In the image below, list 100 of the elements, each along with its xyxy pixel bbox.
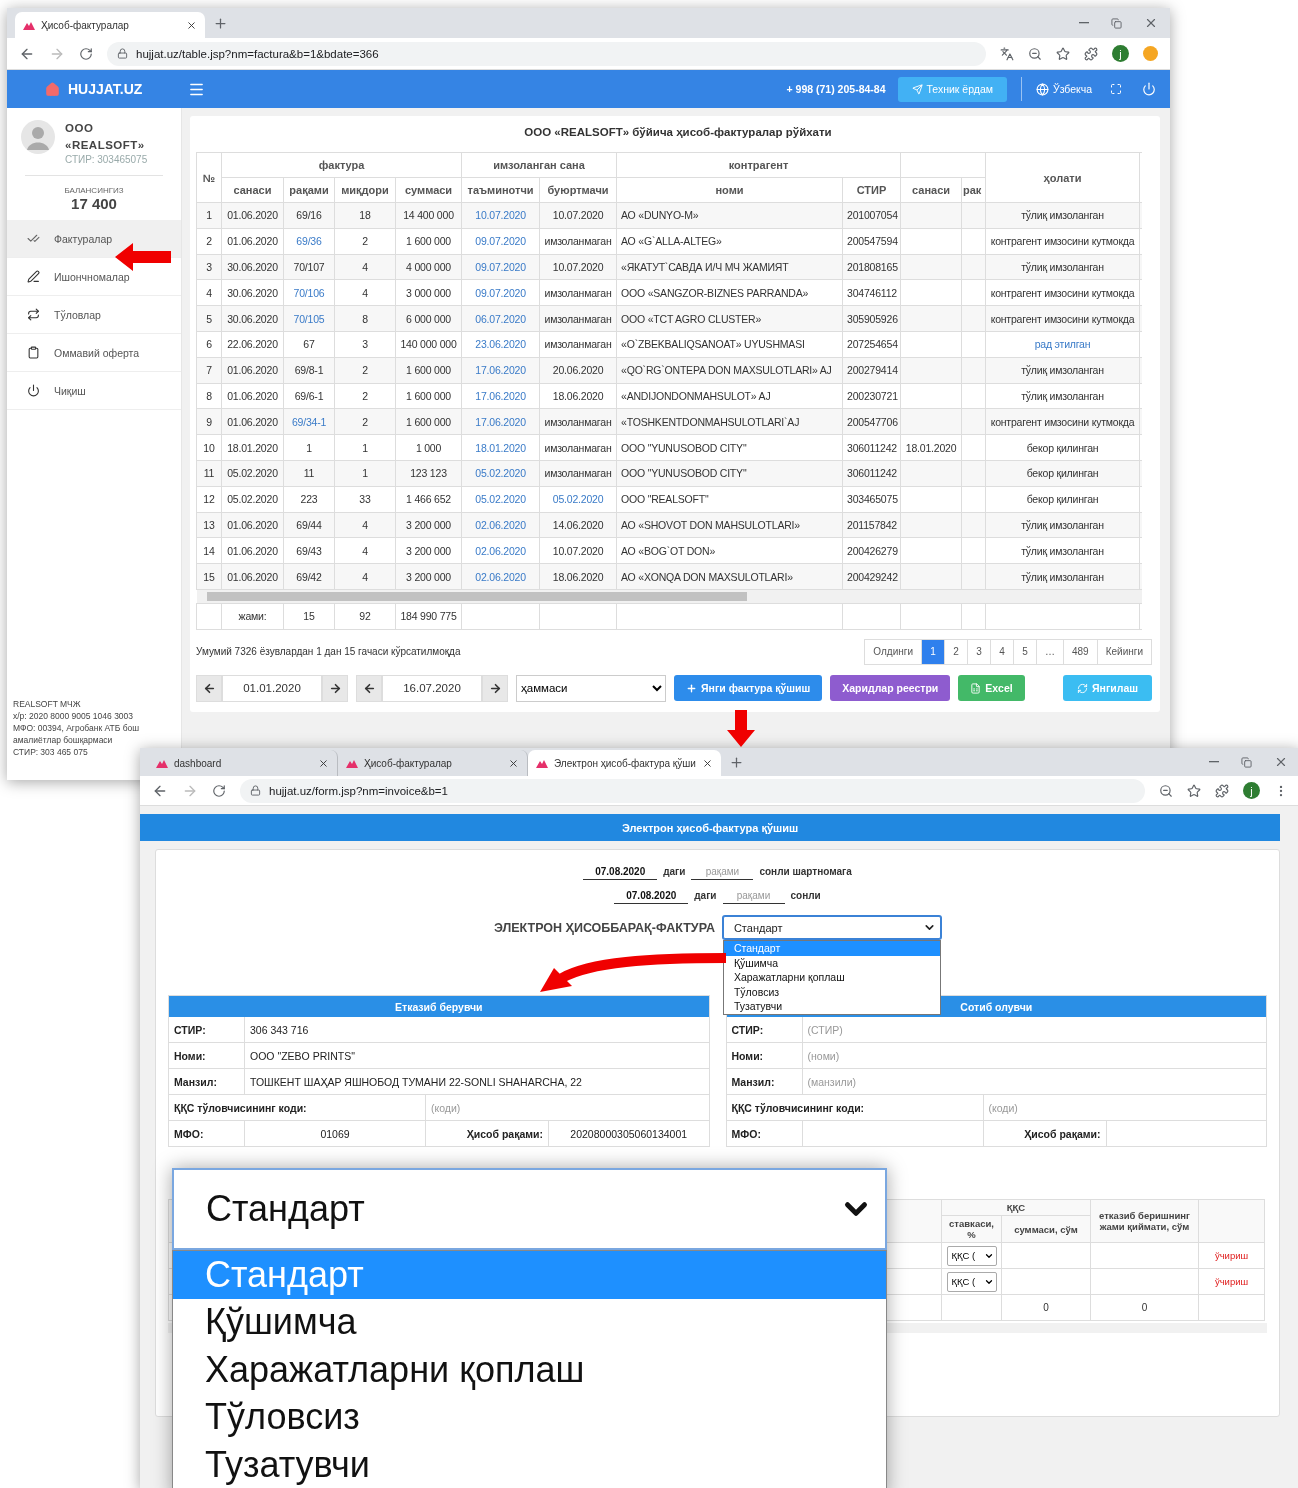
page-button[interactable]: 5 — [1013, 638, 1037, 665]
star-icon[interactable] — [1056, 46, 1070, 61]
page-button[interactable]: Кейинги — [1096, 638, 1152, 665]
table-cell: 92 — [334, 603, 396, 630]
action-button[interactable]: Харидлар реестри — [830, 675, 951, 702]
input-field[interactable]: (манзили) — [802, 1069, 1266, 1094]
field-label: СТИР: — [726, 1017, 802, 1042]
table-cell: контрагент имзосини кутмокда — [985, 279, 1140, 306]
minimize-button[interactable] — [1079, 22, 1089, 24]
input-field[interactable] — [1106, 1121, 1266, 1146]
close-icon[interactable] — [186, 19, 197, 31]
table-cell: 15 — [283, 603, 335, 630]
input-field[interactable]: (коди) — [426, 1095, 709, 1120]
page-button[interactable]: … — [1036, 638, 1064, 665]
next-button[interactable] — [482, 674, 508, 702]
table-cell: ООО "YUNUSOBOD CITY" — [616, 460, 843, 487]
status-select[interactable]: ҳаммаси — [516, 674, 666, 702]
column-header: ҳолати — [985, 152, 1140, 203]
date-field[interactable]: 07.08.2020 — [614, 888, 689, 904]
table-cell: 12 — [196, 486, 222, 513]
restore-button[interactable] — [1111, 17, 1122, 29]
extensions-icon[interactable] — [1215, 783, 1229, 798]
date-field[interactable]: 07.08.2020 — [583, 864, 658, 880]
page-button[interactable]: 3 — [967, 638, 991, 665]
profile-button[interactable]: j — [1112, 45, 1129, 62]
table-cell: 5 — [196, 305, 222, 332]
input-field[interactable]: (номи) — [802, 1043, 1266, 1068]
dropdown-option[interactable]: Стандарт — [173, 1251, 886, 1299]
translate-icon[interactable] — [1000, 46, 1014, 61]
zoom-icon[interactable] — [1159, 783, 1173, 798]
field-label: Манзил: — [169, 1069, 244, 1094]
close-icon[interactable] — [508, 757, 519, 769]
status-link[interactable]: рад этилган — [1034, 338, 1091, 351]
table-cell: АО «DUNYO-M» — [616, 202, 843, 229]
browser-tab[interactable]: Ҳисоб-фактуралар — [15, 12, 205, 38]
invoice-type-select[interactable]: Стандарт — [172, 1168, 887, 1250]
avatar-icon — [21, 120, 55, 154]
close-icon[interactable] — [701, 757, 713, 769]
address-field[interactable]: hujjat.uz/table.jsp?nm=factura&b=1&bdate=366 — [107, 41, 986, 66]
plus-icon — [686, 682, 697, 694]
close-button[interactable] — [1144, 16, 1158, 30]
table-cell: 0 — [1090, 1294, 1199, 1321]
previous-button[interactable] — [356, 674, 382, 702]
reload-icon[interactable] — [79, 46, 93, 61]
table-cell: контрагент имзосини кутмокда — [985, 305, 1140, 332]
close-button[interactable] — [1274, 755, 1288, 769]
previous-button[interactable] — [196, 674, 222, 702]
new-tab-button[interactable] — [213, 15, 228, 31]
page-button[interactable]: 2 — [944, 638, 968, 665]
date-field[interactable]: 01.01.2020 — [222, 674, 322, 702]
field-label: ҚҚС тўловчисининг коди: — [726, 1095, 983, 1120]
vat-select[interactable]: ҚҚС ( — [946, 1245, 997, 1266]
reload-icon[interactable] — [212, 783, 226, 798]
lock-icon — [250, 785, 261, 796]
brand-logo[interactable]: HUJJAT.UZ — [68, 81, 143, 97]
vat-select[interactable]: ҚҚС ( — [946, 1271, 997, 1292]
browser-tab[interactable]: Электрон ҳисоб-фактура қўши — [528, 750, 721, 776]
restore-button[interactable] — [1241, 756, 1252, 768]
new-tab-button[interactable] — [728, 754, 744, 770]
table-cell: «ЯКАТУТ`САВДА И/Ч МЧ ЖАМИЯТ — [616, 254, 843, 280]
next-button[interactable] — [322, 674, 348, 702]
arrow-right-icon — [488, 681, 502, 695]
action-button[interactable]: Янги фактура қўшиш — [674, 675, 823, 702]
table-cell: ООО «SANGZOR-BIZNES PARRANDA» — [616, 279, 843, 306]
table-cell: 13 — [196, 512, 222, 538]
extensions-icon[interactable] — [1084, 46, 1098, 61]
star-icon[interactable] — [1187, 783, 1201, 798]
company-details: REALSOFT МЧЖ х/р: 2020 8000 9005 1046 3003 МФО: 00394, Агробанк АТБ бош амалиётлар бошқармаси СТИР: 303 465 075 — [12, 698, 141, 758]
invoice-type-select[interactable]: Стандарт — [722, 916, 941, 939]
date-field[interactable]: 16.07.2020 — [382, 674, 482, 702]
sidebar-item[interactable]: Фактуралар — [7, 220, 181, 258]
phone-number: + 998 (71) 205-84-84 — [786, 83, 886, 95]
logo-icon — [156, 758, 168, 768]
input-field[interactable] — [802, 1121, 983, 1146]
fullscreen-icon[interactable] — [1110, 83, 1122, 95]
language-button[interactable]: Ўзбекча — [1036, 82, 1092, 96]
table-cell: 10.07.2020 — [539, 537, 617, 564]
field-value: 01069 — [245, 1121, 425, 1146]
file-icon — [970, 682, 982, 694]
address-field[interactable]: hujjat.uz/form.jsp?nm=invoice&b=1 — [240, 778, 1145, 803]
field-label: Номи: — [726, 1043, 802, 1068]
table-cell: имзоланмаган — [539, 305, 617, 332]
page-button[interactable]: 4 — [990, 638, 1014, 665]
profile-button[interactable]: j — [1243, 782, 1260, 799]
send-icon — [911, 83, 923, 95]
table-cell: имзоланмаган — [539, 228, 617, 255]
page-button[interactable]: Олдинги — [864, 638, 922, 665]
zoom-icon[interactable] — [1028, 46, 1042, 61]
input-field[interactable]: (СТИР) — [802, 1017, 1266, 1042]
clipboard-icon — [27, 346, 40, 359]
lock-icon — [117, 48, 128, 59]
dropdown-option[interactable]: Стандарт — [723, 941, 940, 956]
page-button[interactable]: 489 — [1063, 638, 1098, 665]
company-name[interactable]: ООО «REALSOFT» — [65, 120, 147, 154]
page-button[interactable]: 1 — [921, 638, 945, 665]
input-field[interactable]: (коди) — [983, 1095, 1266, 1120]
power-icon[interactable] — [1142, 82, 1156, 96]
totals-label: жами: — [221, 603, 284, 630]
close-icon[interactable] — [318, 757, 329, 769]
minimize-button[interactable] — [1209, 761, 1219, 763]
